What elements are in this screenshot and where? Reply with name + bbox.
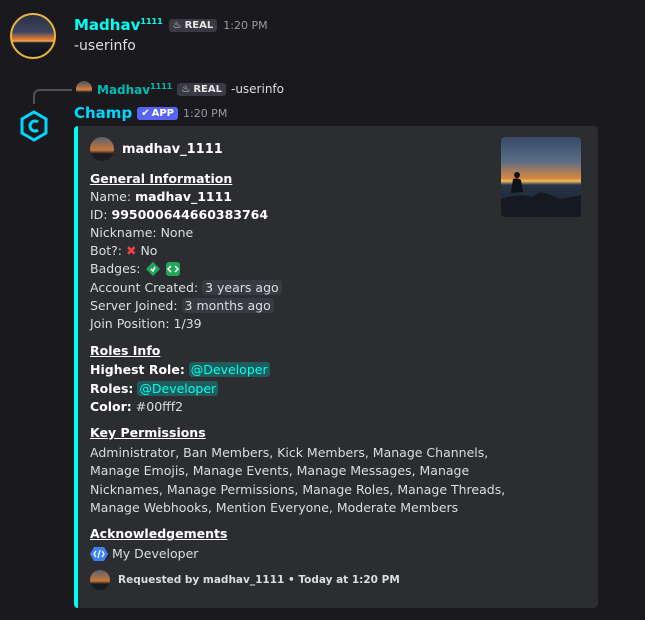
nickname-row: Nickname: None [90,225,194,240]
check-icon: ✔ [141,107,150,119]
author-name[interactable]: Madhav1111 [74,16,163,34]
color-row: Color: #00fff2 [90,399,184,414]
embed-author[interactable]: madhav_1111 [90,137,223,161]
footer-avatar [90,570,110,590]
permissions-line: Administrator, Ban Members, Kick Members… [90,445,489,460]
reply-connector-icon [33,89,72,104]
flame-icon: ♨ [172,19,182,31]
role-mention[interactable]: @Developer [137,381,219,396]
cross-icon: ✖ [125,243,137,258]
server-joined-row: Server Joined: 3 months ago [90,297,274,315]
active-developer-badge-icon[interactable] [145,261,161,277]
permissions-line: Manage Emojis, Manage Events, Manage Mes… [90,463,470,478]
bot-message-header: Champ ✔ APP 1:20 PM [74,104,227,122]
embed-author-avatar [90,137,114,161]
real-badge: ♨ REAL [168,18,218,32]
reply-author[interactable]: Madhav1111 [97,82,172,97]
embed-footer: Requested by madhav_1111 • Today at 1:20… [90,570,400,590]
role-mention[interactable]: @Developer [188,362,270,377]
user-avatar[interactable] [10,13,56,59]
developer-badge-icon[interactable] [165,261,181,277]
message-content: -userinfo [74,38,136,54]
permissions-line: Nicknames, Manage Permissions, Manage Ro… [90,482,506,497]
embed-thumbnail[interactable] [501,137,581,217]
message-header: Madhav1111 ♨ REAL 1:20 PM [74,16,268,34]
join-position-row: Join Position: 1/39 [90,316,202,331]
reply-avatar [76,81,92,97]
key-permissions-header: Key Permissions [90,425,206,440]
general-info-header: General Information [90,171,233,186]
reply-real-badge: ♨ REAL [177,82,226,96]
badges-row: Badges: [90,260,181,278]
id-row: ID: 995000644660383764 [90,207,269,222]
bot-timestamp: 1:20 PM [182,106,228,120]
permissions-line: Manage Webhooks, Mention Everyone, Moder… [90,500,459,515]
reply-reference[interactable]: Madhav1111 ♨ REAL -userinfo [76,81,284,97]
highest-role-row: Highest Role: @Developer [90,362,270,377]
name-row: Name: madhav_1111 [90,189,233,204]
bot-row: Bot?: ✖ No [90,243,158,258]
acknowledgement-row: My Developer [90,545,198,563]
account-created-row: Account Created: 3 years ago [90,279,282,297]
app-badge: ✔ APP [137,106,178,120]
champ-logo-icon[interactable] [18,110,50,142]
flame-icon: ♨ [181,83,191,95]
developer-code-icon [90,547,108,561]
silhouette-icon [501,172,581,217]
reply-content: -userinfo [230,82,284,96]
bot-author-name[interactable]: Champ [74,104,132,122]
roles-info-header: Roles Info [90,343,161,358]
timestamp: 1:20 PM [223,18,268,32]
roles-row: Roles: @Developer [90,381,219,396]
acknowledgements-header: Acknowledgements [90,526,228,541]
